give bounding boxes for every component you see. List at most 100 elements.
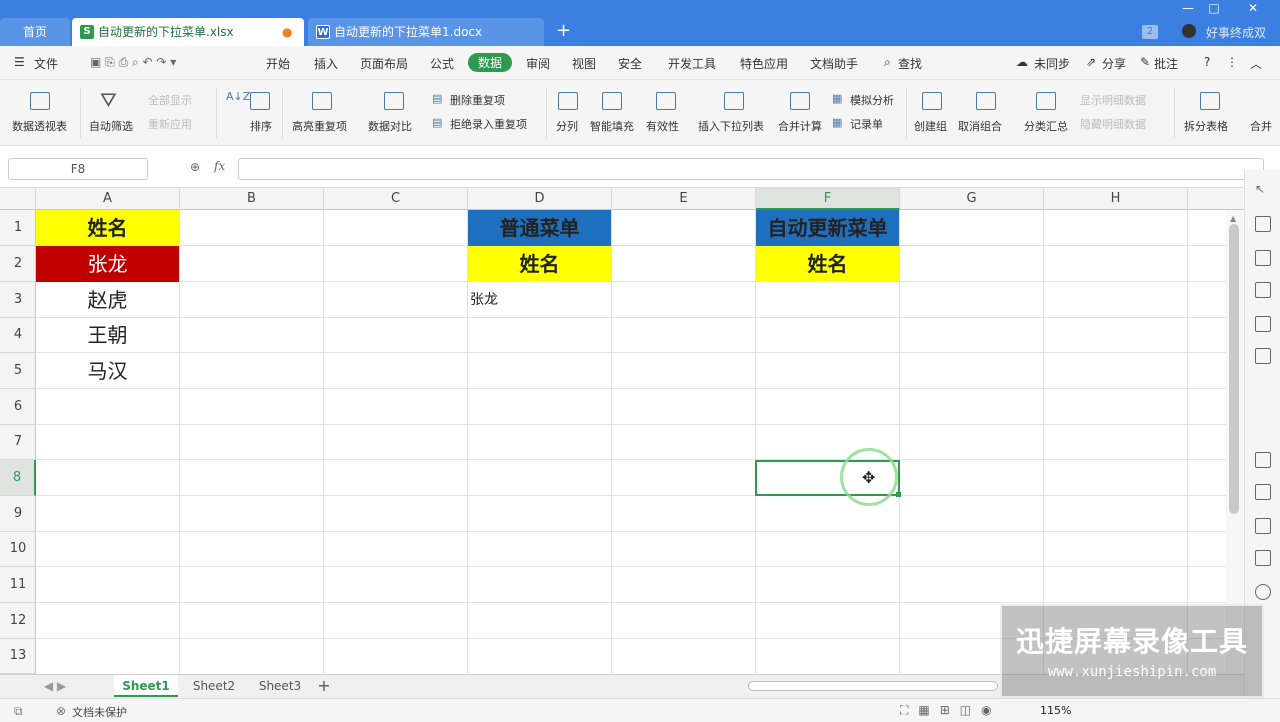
minimize-icon[interactable]: — — [1176, 0, 1200, 18]
column-header-b[interactable]: B — [180, 188, 324, 210]
horizontal-scrollbar[interactable] — [748, 681, 998, 691]
validity-button[interactable]: 有效性 — [646, 118, 679, 134]
row-header-9[interactable]: 9 — [0, 496, 36, 532]
zoom-level[interactable]: 115% — [1040, 704, 1071, 717]
layout-icon[interactable]: ⧉ — [14, 704, 23, 719]
sheet-tab-2[interactable]: Sheet2 — [182, 675, 246, 697]
menu-special[interactable]: 特色应用 — [740, 55, 788, 72]
file-icon[interactable] — [1255, 452, 1271, 468]
menu-doc-assistant[interactable]: 文档助手 — [810, 55, 858, 72]
cell-f2[interactable]: 姓名 — [756, 246, 899, 282]
cloud-icon[interactable]: ☁ — [1016, 55, 1028, 69]
show-detail-button[interactable]: 显示明细数据 — [1080, 92, 1146, 108]
settings-icon[interactable] — [1255, 584, 1271, 600]
share-icon[interactable]: ⇗ — [1086, 55, 1096, 69]
show-all-button[interactable]: 全部显示 — [148, 92, 192, 108]
fill-handle[interactable] — [896, 492, 901, 497]
user-name[interactable]: 好事终成双 — [1206, 24, 1266, 41]
close-icon[interactable]: ✕ — [1228, 0, 1278, 18]
window-count-badge[interactable]: 2 — [1142, 25, 1158, 39]
hide-detail-button[interactable]: 隐藏明细数据 — [1080, 116, 1146, 132]
cell-a1[interactable]: 姓名 — [36, 210, 179, 246]
avatar[interactable] — [1182, 24, 1196, 38]
cell-d3[interactable]: 张龙 — [470, 282, 611, 318]
autofilter-button[interactable]: 自动筛选 — [89, 118, 133, 134]
column-header-c[interactable]: C — [324, 188, 468, 210]
cell-d2[interactable]: 姓名 — [468, 246, 611, 282]
sheet-tab-3[interactable]: Sheet3 — [250, 675, 310, 697]
pivot-table-button[interactable]: 数据透视表 — [12, 118, 67, 134]
row-header-8[interactable]: 8 — [0, 460, 36, 496]
ungroup-button[interactable]: 取消组合 — [958, 118, 1002, 134]
chart-icon[interactable] — [1255, 348, 1271, 364]
menu-file[interactable]: 文件 — [34, 55, 58, 72]
add-sheet-icon[interactable]: + — [314, 675, 334, 697]
column-header-e[interactable]: E — [612, 188, 756, 210]
comment-icon[interactable]: ✎ — [1140, 55, 1150, 69]
more-icon[interactable]: ⋮ — [1226, 55, 1238, 69]
cell-a4[interactable]: 王朝 — [36, 317, 179, 353]
row-header-4[interactable]: 4 — [0, 317, 36, 353]
fx-icon[interactable]: fx — [214, 159, 225, 173]
column-header-h[interactable]: H — [1044, 188, 1188, 210]
shapes-icon[interactable] — [1255, 216, 1271, 232]
row-header-12[interactable]: 12 — [0, 603, 36, 639]
cursor-tool-icon[interactable]: ↖ — [1255, 182, 1271, 198]
row-header-1[interactable]: 1 — [0, 210, 36, 246]
row-header-13[interactable]: 13 — [0, 638, 36, 674]
view-mode-icons[interactable]: ⛶▦⊞◫◉ — [900, 703, 1002, 718]
reject-duplicates-button[interactable]: 拒绝录入重复项 — [450, 116, 527, 132]
apps-icon[interactable] — [1255, 316, 1271, 332]
tab-xlsx[interactable]: S 自动更新的下拉菜单.xlsx ● — [72, 18, 304, 46]
menu-formula[interactable]: 公式 — [430, 55, 454, 72]
hamburger-icon[interactable]: ☰ — [14, 55, 25, 69]
record-button[interactable]: 记录单 — [850, 116, 883, 132]
archive-icon[interactable] — [1255, 518, 1271, 534]
insert-dropdown-button[interactable]: 插入下拉列表 — [698, 118, 764, 134]
sheet-tab-1[interactable]: Sheet1 — [114, 675, 178, 697]
menu-search[interactable]: 查找 — [898, 55, 922, 72]
search-icon[interactable]: ⌕ — [884, 55, 891, 70]
cell-a5[interactable]: 马汉 — [36, 353, 179, 389]
scroll-up-icon[interactable]: ▲ — [1230, 214, 1236, 223]
cell-d1[interactable]: 普通菜单 — [468, 210, 611, 246]
fill-icon[interactable] — [1255, 250, 1271, 266]
export-icon[interactable] — [1255, 484, 1271, 500]
zoom-formula-icon[interactable]: ⊕ — [190, 160, 200, 174]
cell-a3[interactable]: 赵虎 — [36, 282, 179, 318]
cell-f1[interactable]: 自动更新菜单 — [756, 210, 899, 246]
tab-docx[interactable]: W 自动更新的下拉菜单1.docx — [308, 18, 544, 46]
help-icon[interactable]: ? — [1204, 55, 1210, 69]
row-header-5[interactable]: 5 — [0, 353, 36, 389]
collapse-ribbon-icon[interactable]: ︿ — [1250, 55, 1262, 72]
data-compare-button[interactable]: 数据对比 — [368, 118, 412, 134]
remove-duplicates-button[interactable]: 删除重复项 — [450, 92, 505, 108]
menu-insert[interactable]: 插入 — [314, 55, 338, 72]
share-button[interactable]: 分享 — [1102, 55, 1126, 72]
highlight-duplicates-button[interactable]: 高亮重复项 — [292, 118, 347, 134]
select-all-corner[interactable] — [0, 188, 36, 210]
row-header-3[interactable]: 3 — [0, 282, 36, 318]
menu-home[interactable]: 开始 — [266, 55, 290, 72]
subtotal-button[interactable]: 分类汇总 — [1024, 118, 1068, 134]
maximize-icon[interactable]: □ — [1202, 0, 1226, 18]
row-header-10[interactable]: 10 — [0, 531, 36, 567]
protect-status[interactable]: 文档未保护 — [72, 704, 127, 720]
merge-table-button[interactable]: 合并 — [1250, 118, 1272, 134]
column-header-a[interactable]: A — [36, 188, 180, 210]
merge-calc-button[interactable]: 合并计算 — [778, 118, 822, 134]
sync-status[interactable]: 未同步 — [1034, 55, 1070, 72]
comment-button[interactable]: 批注 — [1154, 55, 1178, 72]
row-header-2[interactable]: 2 — [0, 246, 36, 282]
row-header-6[interactable]: 6 — [0, 389, 36, 425]
sheet-nav-icons[interactable]: ◀ ▶ — [10, 675, 100, 697]
column-header-d[interactable]: D — [468, 188, 612, 210]
column-header-g[interactable]: G — [900, 188, 1044, 210]
split-column-button[interactable]: 分列 — [556, 118, 578, 134]
reapply-button[interactable]: 重新应用 — [148, 116, 192, 132]
split-table-button[interactable]: 拆分表格 — [1184, 118, 1228, 134]
menu-security[interactable]: 安全 — [618, 55, 642, 72]
table-icon[interactable] — [1255, 282, 1271, 298]
simulate-button[interactable]: 模拟分析 — [850, 92, 894, 108]
row-header-11[interactable]: 11 — [0, 567, 36, 603]
